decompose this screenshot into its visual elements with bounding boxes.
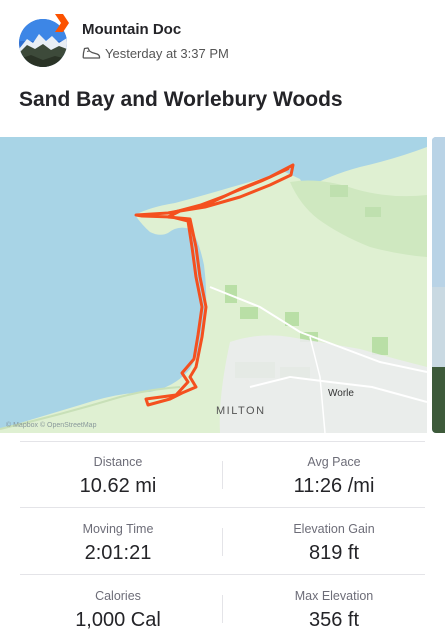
activity-stats: Distance 10.62 mi Avg Pace 11:26 /mi Mov…	[0, 441, 445, 640]
stat-label: Moving Time	[82, 522, 154, 536]
stat-label: Calories	[95, 589, 141, 603]
stats-row-3: Calories 1,000 Cal Max Elevation 356 ft	[0, 575, 445, 640]
stat-elevation-gain: Elevation Gain 819 ft	[224, 508, 444, 574]
stat-moving-time: Moving Time 2:01:21	[8, 508, 228, 574]
stat-label: Distance	[93, 455, 143, 469]
activity-meta: Yesterday at 3:37 PM	[82, 44, 229, 62]
stat-label: Avg Pace	[307, 455, 361, 469]
stat-label: Elevation Gain	[293, 522, 375, 536]
stat-column-divider	[222, 461, 223, 489]
activity-title[interactable]: Sand Bay and Worlebury Woods	[19, 88, 343, 112]
map-canvas	[0, 137, 427, 433]
stat-value: 819 ft	[308, 542, 360, 564]
route-map[interactable]: Worle MILTON © Mapbox © OpenStreetMap	[0, 137, 427, 433]
stat-distance: Distance 10.62 mi	[8, 441, 228, 507]
stat-calories: Calories 1,000 Cal	[8, 575, 228, 640]
stat-avg-pace: Avg Pace 11:26 /mi	[224, 441, 444, 507]
shoe-icon	[82, 47, 101, 59]
stat-value: 10.62 mi	[79, 475, 157, 497]
stat-value: 1,000 Cal	[75, 609, 161, 631]
athlete-name[interactable]: Mountain Doc	[82, 21, 181, 38]
activity-photo-peek[interactable]	[432, 137, 445, 433]
map-attribution[interactable]: © Mapbox © OpenStreetMap	[6, 422, 96, 429]
stats-row-1: Distance 10.62 mi Avg Pace 11:26 /mi	[0, 441, 445, 507]
stat-max-elevation: Max Elevation 356 ft	[224, 575, 444, 640]
subscriber-badge-icon	[55, 14, 69, 32]
stat-column-divider	[222, 528, 223, 556]
stat-label: Max Elevation	[294, 589, 374, 603]
stat-value: 356 ft	[308, 609, 360, 631]
stats-row-2: Moving Time 2:01:21 Elevation Gain 819 f…	[0, 508, 445, 574]
stat-value: 2:01:21	[84, 542, 152, 564]
stat-column-divider	[222, 595, 223, 623]
activity-timestamp: Yesterday at 3:37 PM	[105, 45, 229, 61]
place-label-milton: MILTON	[216, 405, 266, 417]
activity-header: Mountain Doc Yesterday at 3:37 PM	[0, 0, 445, 80]
stat-value: 11:26 /mi	[293, 475, 375, 497]
photo-thumbnail-icon	[432, 137, 445, 433]
place-label-worle: Worle	[328, 388, 354, 399]
